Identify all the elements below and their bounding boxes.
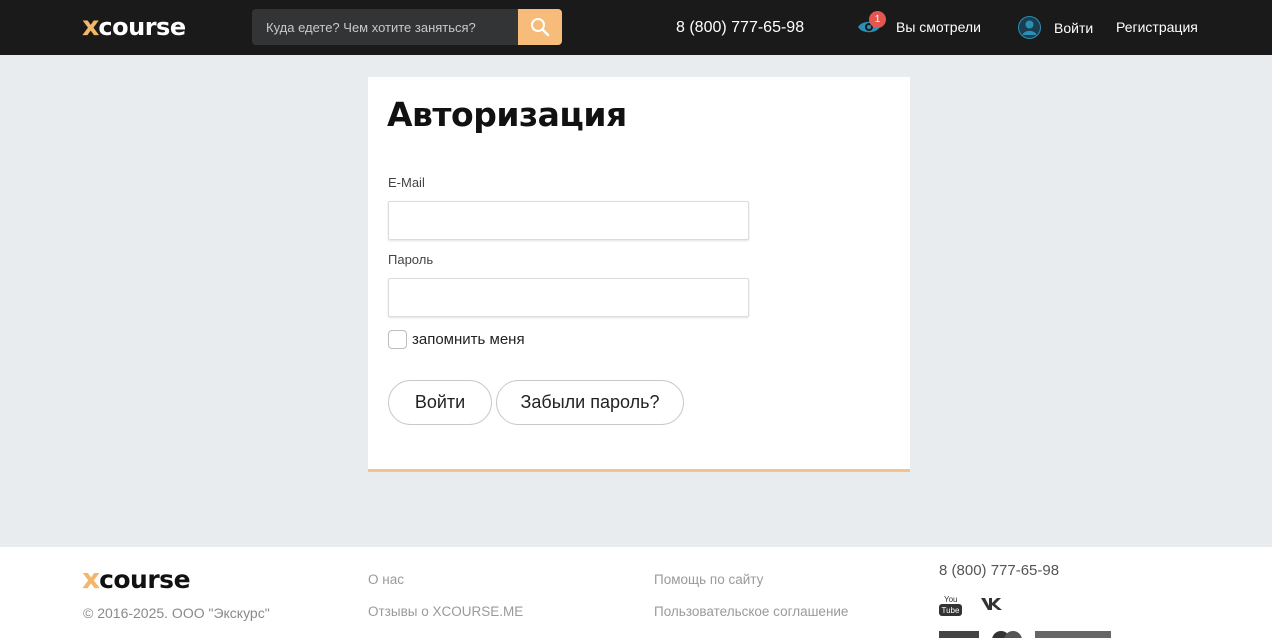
user-icon: [1018, 16, 1041, 39]
header-phone[interactable]: 8 (800) 777-65-98: [676, 19, 804, 37]
remember-me[interactable]: запомнить меня: [388, 330, 525, 349]
forgot-password-button[interactable]: Забыли пароль?: [496, 380, 684, 425]
auth-card: Авторизация E-Mail Пароль запомнить меня…: [368, 77, 910, 472]
top-header: x course 8 (800) 777-65-98 1 Вы смотрели: [0, 0, 1272, 55]
verified-by-visa-icon: [1035, 631, 1111, 638]
youtube-icon: You Tube: [939, 595, 962, 616]
footer-link-help[interactable]: Помощь по сайту: [654, 572, 763, 587]
search-icon: [531, 18, 550, 37]
footer-logo-x: x: [82, 562, 100, 595]
viewed-label: Вы смотрели: [896, 19, 981, 35]
header-register-link[interactable]: Регистрация: [1116, 19, 1198, 35]
site-logo[interactable]: x course: [82, 12, 186, 42]
vk-icon: [981, 598, 1002, 610]
copyright: © 2016-2025. ООО "Экскурс": [83, 605, 270, 621]
logo-x: x: [82, 11, 99, 42]
footer-phone[interactable]: 8 (800) 777-65-98: [939, 562, 1059, 579]
email-field[interactable]: [388, 201, 749, 240]
login-button[interactable]: Войти: [388, 380, 492, 425]
footer-logo[interactable]: x course: [82, 562, 191, 595]
password-field[interactable]: [388, 278, 749, 317]
svg-text:You: You: [944, 595, 958, 604]
footer: x course © 2016-2025. ООО "Экскурс" О на…: [0, 547, 1272, 638]
password-label: Пароль: [388, 252, 434, 267]
viewed-button[interactable]: 1 Вы смотрели: [856, 11, 981, 42]
footer-link-terms[interactable]: Пользовательское соглашение: [654, 604, 848, 619]
header-login-label: Войти: [1054, 19, 1094, 36]
svg-text:Tube: Tube: [942, 606, 960, 615]
visa-icon: [939, 631, 979, 638]
search-button[interactable]: [518, 9, 562, 45]
footer-link-reviews[interactable]: Отзывы о XCOURSE.ME: [368, 604, 523, 619]
viewed-icon-wrap: 1: [856, 11, 886, 40]
page-title: Авторизация: [387, 95, 627, 134]
logo-text: course: [98, 13, 186, 41]
vk-link[interactable]: [980, 596, 1006, 617]
payment-logos: [939, 631, 1111, 638]
remember-label: запомнить меня: [412, 331, 525, 348]
footer-logo-text: course: [99, 565, 191, 594]
mastercard-icon: [992, 631, 1022, 638]
email-label: E-Mail: [388, 175, 425, 190]
search-input[interactable]: [252, 9, 518, 45]
viewed-count-badge: 1: [869, 11, 886, 28]
youtube-link[interactable]: You Tube: [939, 594, 962, 621]
search-bar: [252, 9, 562, 45]
remember-checkbox[interactable]: [388, 330, 407, 349]
header-login-link[interactable]: Войти: [1018, 16, 1093, 39]
footer-link-about[interactable]: О нас: [368, 572, 404, 587]
